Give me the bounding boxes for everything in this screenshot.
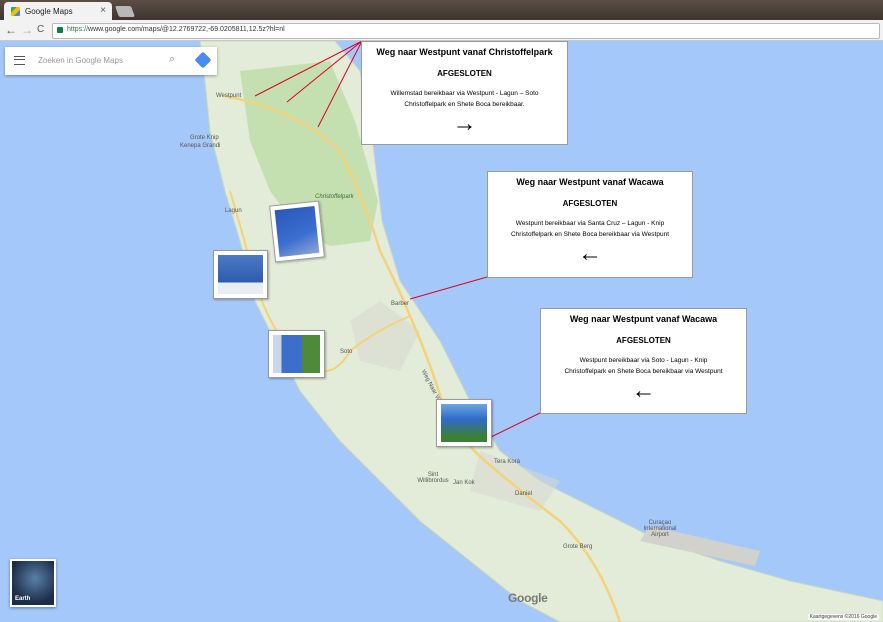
place-lagun: Lagun <box>225 208 242 214</box>
reload-button[interactable]: C <box>37 23 44 37</box>
photo-image <box>441 404 487 442</box>
url-scheme: https:// <box>67 26 89 33</box>
map-canvas[interactable]: Westpunt Grote Knip Kenepa Grandi Christ… <box>0 41 883 622</box>
search-input[interactable]: Zoeken in Google Maps <box>38 56 123 65</box>
place-westpunt: Westpunt <box>216 93 242 99</box>
directions-icon[interactable] <box>194 51 212 69</box>
callout-status: AFGESLOTEN <box>616 336 671 345</box>
menu-icon[interactable] <box>14 56 25 65</box>
browser-tab-bar: Google Maps × <box>0 0 883 20</box>
callout-text: Westpunt bereikbaar via Santa Cruz – Lag… <box>488 218 692 240</box>
photo-image <box>218 255 263 294</box>
callout-line: Christoffelpark en Shete Boca bereikbaar… <box>510 231 669 238</box>
earth-label: Earth <box>15 596 31 602</box>
pointer-line-weg-naar-westpunt <box>486 412 541 440</box>
road-sign-photo[interactable] <box>268 330 325 378</box>
url-text: https://www.google.com/maps/@12.2769722,… <box>67 26 285 33</box>
forward-button[interactable]: → <box>21 23 33 37</box>
search-icon[interactable]: ⌕ <box>169 53 175 66</box>
photo-image <box>274 206 320 257</box>
arrow-left-icon: ← <box>631 377 656 404</box>
callout-wacawa-2: Weg naar Westpunt vanaf Wacawa AFGESLOTE… <box>540 308 747 414</box>
road-sign-photo[interactable] <box>213 250 268 299</box>
place-jan-kok: Jan Kok <box>453 480 475 486</box>
map-attribution[interactable]: Kaartgegevens ©2016 Google <box>807 614 879 620</box>
callout-wacawa-1: Weg naar Westpunt vanaf Wacawa AFGESLOTE… <box>487 171 693 278</box>
callout-line: Westpunt bereikbaar via Santa Cruz – Lag… <box>515 220 665 227</box>
browser-tab[interactable]: Google Maps × <box>4 2 112 20</box>
callout-text: Westpunt bereikbaar via Soto - Lagun - K… <box>541 355 746 377</box>
callout-text: Willemstad bereikbaar via Westpunt - Lag… <box>362 88 567 110</box>
place-curacao-airport: Curaçao International Airport <box>643 520 677 538</box>
place-barber: Barber <box>391 301 410 307</box>
google-maps-favicon-icon <box>11 7 20 16</box>
arrow-right-icon: → <box>452 110 477 137</box>
photo-image <box>273 335 320 373</box>
callout-title: Weg naar Westpunt vanaf Christoffelpark <box>376 47 553 57</box>
place-soto: Soto <box>340 349 353 355</box>
callout-title: Weg naar Westpunt vanaf Wacawa <box>516 177 664 187</box>
tab-close-icon[interactable]: × <box>100 5 106 16</box>
place-sint-willibrordus: Sint Willibrordus <box>417 472 449 484</box>
google-logo: Google <box>508 591 548 605</box>
arrow-left-icon: ← <box>578 240 602 267</box>
url-path: www.google.com/maps/@12.2769722,-69.0205… <box>88 26 285 33</box>
place-tera-kora: Tera Korá <box>494 459 521 465</box>
callout-status: AFGESLOTEN <box>562 199 618 208</box>
back-button[interactable]: ← <box>5 23 17 37</box>
callout-line: Christoffelpark en Shete Boca bereikbaar… <box>564 368 723 375</box>
place-kenepa: Kenepa Grandi <box>180 143 221 149</box>
road-sign-photo[interactable] <box>269 200 325 263</box>
new-tab-button[interactable] <box>114 6 136 17</box>
callout-status: AFGESLOTEN <box>437 69 492 78</box>
pointer-line-barber <box>409 276 488 300</box>
map-search-box[interactable]: Zoeken in Google Maps ⌕ <box>5 47 217 75</box>
browser-toolbar: ← → C https://www.google.com/maps/@12.27… <box>0 20 883 41</box>
place-grote-knip: Grote Knip <box>190 135 219 141</box>
callout-line: Westpunt bereikbaar via Soto - Lagun - K… <box>579 357 708 364</box>
lock-icon <box>57 27 63 33</box>
road-sign-photo[interactable] <box>436 399 492 447</box>
callout-line: Christoffelpark en Shete Boca bereikbaar… <box>404 101 525 108</box>
address-bar[interactable]: https://www.google.com/maps/@12.2769722,… <box>52 23 880 39</box>
place-daniel: Daniel <box>515 491 533 497</box>
earth-view-toggle[interactable]: Earth <box>10 559 56 607</box>
callout-christoffelpark: Weg naar Westpunt vanaf Christoffelpark … <box>361 41 568 145</box>
place-christoffelpark: Christoffelpark <box>315 194 354 200</box>
tab-title: Google Maps <box>25 7 73 16</box>
callout-line: Willemstad bereikbaar via Westpunt - Lag… <box>390 90 539 97</box>
place-grote-berg: Grote Berg <box>563 544 593 550</box>
callout-title: Weg naar Westpunt vanaf Wacawa <box>569 314 718 324</box>
